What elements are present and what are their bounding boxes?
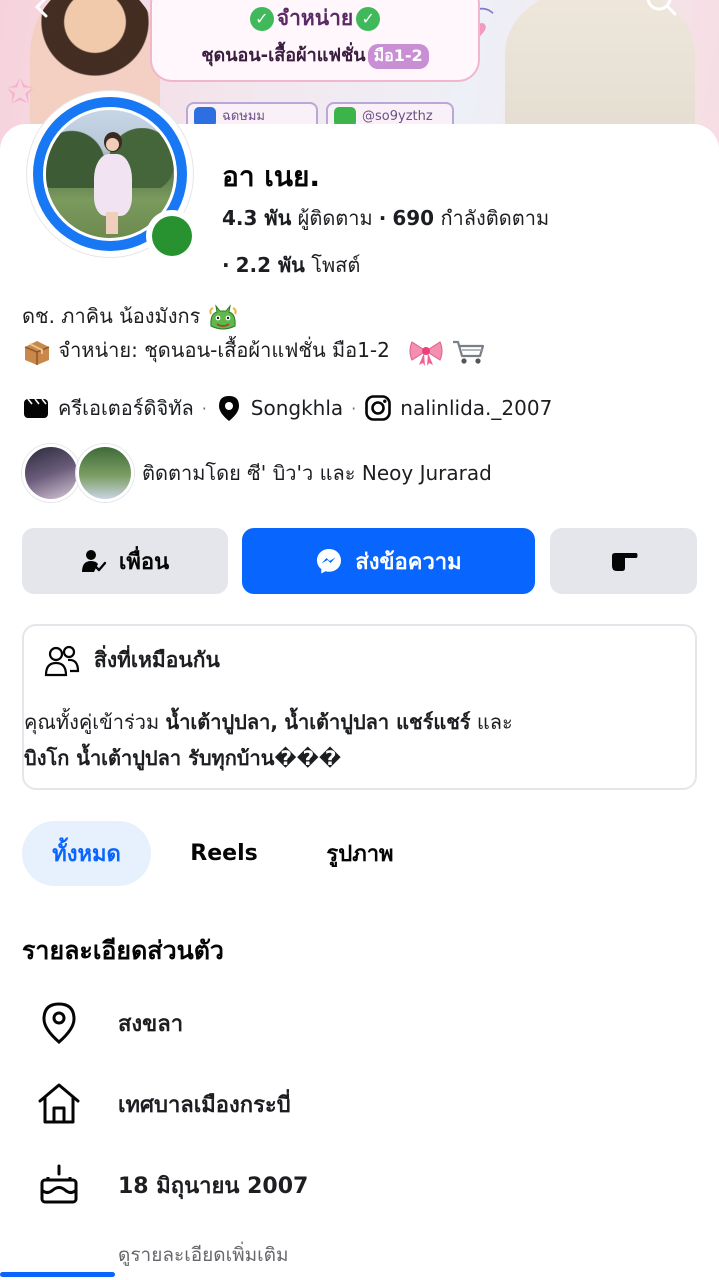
search-icon[interactable] (645, 0, 679, 22)
group-link[interactable]: น้ำเต้าปูปลา, (166, 710, 278, 734)
bio-text-1: ดช. ภาคิน น้องมังกร (22, 304, 201, 328)
detail-birthday[interactable]: 18 มิถุนายน 2007 (36, 1162, 308, 1208)
package-emoji-icon (24, 340, 50, 365)
bio-text-2: จำหน่าย: ชุดนอน-เสื้อผ้าแฟชั่น มือ1-2 (58, 338, 390, 362)
home-icon (38, 1083, 80, 1124)
location-pin-icon (218, 396, 239, 421)
person-check-icon (81, 550, 107, 572)
mutual-avatar (76, 444, 134, 502)
online-status-dot (146, 210, 198, 262)
group-link[interactable]: น้ำเต้าปูปลา แชร์แชร์ (284, 710, 470, 734)
clapperboard-icon (24, 398, 48, 418)
ribbon-emoji-icon (409, 340, 443, 366)
star-decoration-icon: ✩ (6, 72, 35, 112)
instagram-icon (365, 395, 392, 421)
tab-photos[interactable]: รูปภาพ (298, 821, 422, 886)
posts-label: โพสต์ (311, 253, 361, 277)
location-label[interactable]: Songkhla (251, 396, 343, 420)
things-in-common-card[interactable]: สิ่งที่เหมือนกัน คุณทั้งคู่เข้าร่วม น้ำเ… (22, 624, 697, 790)
tab-all[interactable]: ทั้งหมด (22, 821, 151, 886)
birthday-text: 18 มิถุนายน 2007 (118, 1173, 309, 1199)
mutual-followers-text: ติดตามโดย ซี' บิว'ว และ Neoy Jurarad (142, 461, 492, 485)
things-in-common-title: สิ่งที่เหมือนกัน (94, 648, 220, 672)
common-line-1: คุณทั้งคู่เข้าร่วม น้ำเต้าปูปลา, น้ำเต้า… (24, 710, 513, 734)
back-arrow-icon[interactable] (30, 0, 56, 20)
bio-line-1: ดช. ภาคิน น้องมังกร (22, 300, 239, 332)
current-city-text: สงขลา (118, 1011, 184, 1037)
avatar-figure (92, 132, 132, 234)
bio-line-2: จำหน่าย: ชุดนอน-เสื้อผ้าแฟชั่น มือ1-2 (22, 334, 485, 366)
map-pin-icon (42, 1002, 76, 1044)
tab-reels[interactable]: Reels (172, 821, 276, 886)
see-more-details-link[interactable]: ดูรายละเอียดเพิ่มเติม (118, 1240, 288, 1270)
things-in-common-header: สิ่งที่เหมือนกัน (44, 644, 220, 677)
check-icon: ✓ (249, 7, 274, 31)
followers-label[interactable]: ผู้ติดตาม (298, 206, 373, 230)
mutual-avatar (22, 444, 80, 502)
following-label[interactable]: กำลังติดตาม (440, 206, 549, 230)
dragon-emoji-icon (209, 303, 237, 329)
cover-title: ✓ จำหน่าย ✓ (152, 2, 478, 35)
details-section-title: รายละเอียดส่วนตัว (22, 936, 224, 965)
category-label: ครีเอเตอร์ดิจิทัล (58, 396, 194, 420)
mutual-followers[interactable]: ติดตามโดย ซี' บิว'ว และ Neoy Jurarad (22, 443, 492, 503)
cover-subtitle: ชุดนอน-เสื้อผ้าแฟชั่น มือ1-2 (152, 40, 478, 69)
messenger-icon (317, 549, 342, 574)
detail-current-city[interactable]: สงขลา (36, 1000, 183, 1046)
cover-tag: มือ1-2 (367, 44, 429, 69)
separator-dot: · (378, 206, 387, 230)
cover-banner: ✓ จำหน่าย ✓ ชุดนอน-เสื้อผ้าแฟชั่น มือ1-2 (150, 0, 480, 82)
separator-dot: · (201, 398, 207, 418)
followers-count[interactable]: 4.3 พัน (222, 206, 291, 230)
people-icon (44, 645, 80, 676)
shopping-cart-emoji-icon (452, 340, 484, 364)
hometown-text: เทศบาลเมืองกระบี่ (118, 1092, 291, 1118)
cover-subtitle-text: ชุดนอน-เสื้อผ้าแฟชั่น (201, 45, 366, 66)
things-in-common-body: คุณทั้งคู่เข้าร่วม น้ำเต้าปูปลา, น้ำเต้า… (24, 704, 695, 776)
detail-hometown[interactable]: เทศบาลเมืองกระบี่ (36, 1081, 291, 1127)
profile-stats: 4.3 พัน ผู้ติดตาม · 690 กำลังติดตาม (222, 202, 549, 234)
common-line-2: บิงโก น้ำเต้าปูปลา รับทุกบ้าน��� (24, 740, 689, 776)
group-link[interactable]: บิงโก น้ำเต้าปูปลา รับทุกบ้าน��� (24, 746, 341, 770)
instagram-handle[interactable]: nalinlida._2007 (400, 396, 552, 420)
following-count[interactable]: 690 (392, 206, 434, 230)
separator-dot: · (351, 398, 357, 418)
friends-button[interactable]: เพื่อน (22, 528, 228, 594)
poke-icon (611, 553, 637, 571)
scroll-indicator (0, 1272, 115, 1277)
message-button-label: ส่งข้อความ (355, 549, 462, 575)
posts-count: 2.2 พัน (235, 253, 305, 277)
separator-dot: · (222, 253, 230, 277)
check-icon: ✓ (356, 7, 381, 31)
profile-posts: · 2.2 พัน โพสต์ (222, 249, 360, 281)
profile-meta-row: ครีเอเตอร์ดิจิทัล · Songkhla · nalinlida… (22, 391, 552, 425)
friends-button-label: เพื่อน (118, 549, 170, 575)
message-button[interactable]: ส่งข้อความ (242, 528, 535, 594)
cake-icon (40, 1164, 78, 1204)
profile-name: อา เนย. (222, 160, 321, 193)
poke-button[interactable] (550, 528, 697, 594)
